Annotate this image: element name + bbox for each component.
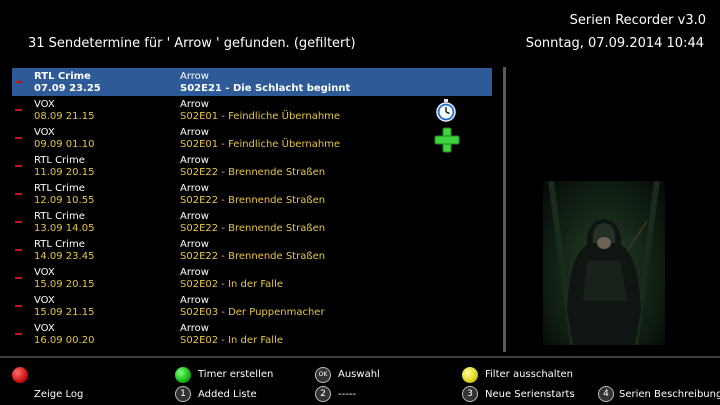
row-series: Arrow (180, 71, 209, 82)
status-marker (15, 249, 22, 251)
row-datetime: 07.09 23.25 (34, 83, 101, 94)
row-channel: RTL Crime (34, 183, 85, 194)
list-row[interactable]: RTL Crime 13.09 14.05 Arrow S02E22 - Bre… (12, 208, 492, 236)
key-4-label: Serien Beschreibung (619, 389, 720, 400)
row-channel: VOX (34, 99, 55, 110)
row-series: Arrow (180, 183, 209, 194)
status-marker (15, 81, 22, 83)
key-2-label: ----- (338, 389, 357, 400)
app-title: Serien Recorder v3.0 (569, 13, 706, 28)
list-row[interactable]: VOX 16.09 00.20 Arrow S02E02 - In der Fa… (12, 320, 492, 348)
row-channel: VOX (34, 323, 55, 334)
current-datetime: Sonntag, 07.09.2014 10:44 (525, 36, 704, 51)
row-episode: S02E03 - Der Puppenmacher (180, 307, 325, 318)
row-datetime: 15.09 21.15 (34, 307, 95, 318)
row-channel: RTL Crime (34, 211, 85, 222)
row-datetime: 09.09 01.10 (34, 139, 95, 150)
row-datetime: 16.09 00.20 (34, 335, 95, 346)
list-row[interactable]: VOX 15.09 20.15 Arrow S02E02 - In der Fa… (12, 264, 492, 292)
row-series: Arrow (180, 295, 209, 306)
status-marker (15, 333, 22, 335)
list-row[interactable]: VOX 09.09 01.10 Arrow S02E01 - Feindlich… (12, 124, 492, 152)
list-row[interactable]: RTL Crime 07.09 23.25 Arrow S02E21 - Die… (12, 68, 492, 96)
row-channel: RTL Crime (34, 239, 85, 250)
list-row[interactable]: RTL Crime 14.09 23.45 Arrow S02E22 - Bre… (12, 236, 492, 264)
add-timer-icon (434, 127, 460, 153)
row-episode: S02E01 - Feindliche Übernahme (180, 139, 341, 150)
status-marker (15, 109, 22, 111)
row-series: Arrow (180, 267, 209, 278)
ok-key-label: Auswahl (338, 369, 380, 380)
row-channel: RTL Crime (34, 155, 85, 166)
row-datetime: 12.09 10.55 (34, 195, 95, 206)
status-marker (15, 277, 22, 279)
key-2-icon[interactable]: 2 (315, 386, 331, 402)
list-row[interactable]: VOX 15.09 21.15 Arrow S02E03 - Der Puppe… (12, 292, 492, 320)
row-datetime: 14.09 23.45 (34, 251, 95, 262)
row-datetime: 13.09 14.05 (34, 223, 95, 234)
hooded-figure-image (548, 181, 660, 345)
key-4-icon[interactable]: 4 (598, 386, 614, 402)
yellow-button-label: Filter ausschalten (485, 369, 573, 380)
row-episode: S02E22 - Brennende Straßen (180, 223, 326, 234)
row-series: Arrow (180, 323, 209, 334)
row-series: Arrow (180, 99, 209, 110)
key-3-icon[interactable]: 3 (462, 386, 478, 402)
green-button-icon[interactable] (175, 367, 191, 383)
red-button-icon[interactable] (12, 367, 28, 383)
row-series: Arrow (180, 239, 209, 250)
broadcast-list: RTL Crime 07.09 23.25 Arrow S02E21 - Die… (12, 67, 506, 352)
row-episode: S02E02 - In der Falle (180, 335, 284, 346)
list-title: 31 Sendetermine für ' Arrow ' gefunden. … (28, 36, 356, 51)
row-datetime: 15.09 20.15 (34, 279, 95, 290)
row-episode: S02E22 - Brennende Straßen (180, 251, 326, 262)
row-channel: VOX (34, 295, 55, 306)
footer-divider (0, 356, 720, 358)
row-episode: S02E22 - Brennende Straßen (180, 195, 326, 206)
status-marker (15, 221, 22, 223)
row-datetime: 11.09 20.15 (34, 167, 95, 178)
key-3-label: Neue Serienstarts (485, 389, 575, 400)
row-episode: S02E02 - In der Falle (180, 279, 284, 290)
list-row[interactable]: VOX 08.09 21.15 Arrow S02E01 - Feindlich… (12, 96, 492, 124)
row-datetime: 08.09 21.15 (34, 111, 95, 122)
row-episode: S02E22 - Brennende Straßen (180, 167, 326, 178)
status-marker (15, 305, 22, 307)
row-channel: VOX (34, 127, 55, 138)
status-marker (15, 165, 22, 167)
series-cover-image (543, 181, 665, 345)
status-marker (15, 137, 22, 139)
row-episode: S02E21 - Die Schlacht beginnt (180, 83, 351, 94)
timer-icon (436, 99, 456, 122)
row-series: Arrow (180, 211, 209, 222)
row-episode: S02E01 - Feindliche Übernahme (180, 111, 341, 122)
list-row[interactable]: RTL Crime 11.09 20.15 Arrow S02E22 - Bre… (12, 152, 492, 180)
red-button-label: Zeige Log (34, 389, 84, 400)
yellow-button-icon[interactable] (462, 367, 478, 383)
key-1-icon[interactable]: 1 (175, 386, 191, 402)
row-series: Arrow (180, 155, 209, 166)
row-channel: VOX (34, 267, 55, 278)
status-marker (15, 193, 22, 195)
key-1-label: Added Liste (198, 389, 257, 400)
green-button-label: Timer erstellen (198, 369, 274, 380)
list-row[interactable]: RTL Crime 12.09 10.55 Arrow S02E22 - Bre… (12, 180, 492, 208)
row-series: Arrow (180, 127, 209, 138)
row-channel: RTL Crime (34, 71, 91, 82)
ok-key-icon[interactable]: OK (315, 367, 331, 383)
